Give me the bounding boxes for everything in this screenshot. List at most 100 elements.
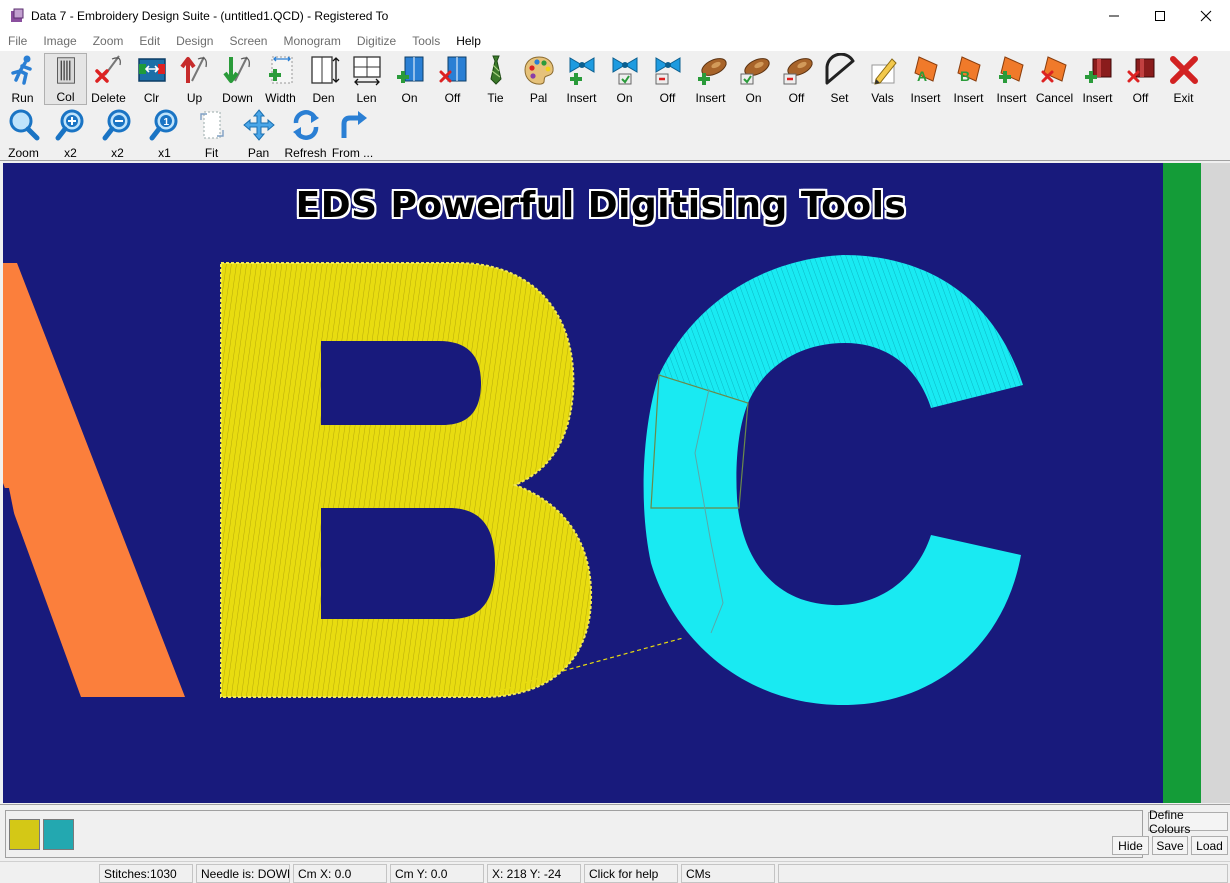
bobbin-on-label: On xyxy=(745,91,762,105)
load-button[interactable]: Load xyxy=(1191,836,1228,855)
maximize-button[interactable] xyxy=(1137,0,1183,31)
exit-button[interactable]: Exit xyxy=(1162,53,1205,105)
menu-file[interactable]: File xyxy=(0,34,35,48)
status-help[interactable]: Click for help xyxy=(584,864,678,883)
minimize-button[interactable] xyxy=(1091,0,1137,31)
bow-on-label: On xyxy=(616,91,633,105)
letter-c-shape xyxy=(643,255,1023,706)
split-off-label: Off xyxy=(444,91,461,105)
run-button[interactable]: Run xyxy=(1,53,44,105)
bow-on-button[interactable]: On xyxy=(603,53,646,105)
pal-label: Pal xyxy=(529,91,548,105)
letter-a-icon: A xyxy=(913,56,938,84)
zoom-out-label: x2 xyxy=(111,146,124,160)
pal-button[interactable]: Pal xyxy=(517,53,560,105)
letter-a-shape xyxy=(3,263,185,697)
menu-zoom[interactable]: Zoom xyxy=(85,34,132,48)
delete-button[interactable]: Delete xyxy=(87,53,130,105)
close-button[interactable] xyxy=(1183,0,1229,31)
menu-monogram[interactable]: Monogram xyxy=(275,34,348,48)
len-button[interactable]: Len xyxy=(345,53,388,105)
hide-button[interactable]: Hide xyxy=(1112,836,1149,855)
title-bar: Data 7 - Embroidery Design Suite - (unti… xyxy=(0,0,1230,31)
bobbin-off-button[interactable]: Off xyxy=(775,53,818,105)
from-arrow-icon xyxy=(341,111,367,138)
split-on-label: On xyxy=(401,91,418,105)
bow-off-label: Off xyxy=(659,91,676,105)
length-icon xyxy=(352,56,381,86)
bow-off-button[interactable]: Off xyxy=(646,53,689,105)
bobbin-off-icon xyxy=(783,58,813,85)
exit-label: Exit xyxy=(1173,91,1194,105)
pencil-icon xyxy=(871,58,897,85)
menu-design[interactable]: Design xyxy=(168,34,221,48)
canvas-banner-text: EDS Powerful Digitising Tools xyxy=(295,185,907,226)
zoom-one-label: x1 xyxy=(158,146,171,160)
menu-edit[interactable]: Edit xyxy=(131,34,168,48)
from-button[interactable]: From ... xyxy=(331,108,374,160)
letter-a-insert-button[interactable]: A Insert xyxy=(904,53,947,105)
vals-label: Vals xyxy=(871,91,894,105)
bobbin-on-button[interactable]: On xyxy=(732,53,775,105)
design-canvas[interactable]: EDS Powerful Digitising Tools xyxy=(3,163,1163,803)
menu-image[interactable]: Image xyxy=(35,34,84,48)
trim-off-button[interactable]: Off xyxy=(1119,53,1162,105)
den-button[interactable]: Den xyxy=(302,53,345,105)
needle-up-icon xyxy=(179,56,207,83)
col-button[interactable]: Col xyxy=(44,53,87,105)
bobbin-insert-label: Insert xyxy=(695,91,726,105)
col-label: Col xyxy=(56,90,75,104)
vals-button[interactable]: Vals xyxy=(861,53,904,105)
pan-button[interactable]: Pan xyxy=(237,108,280,160)
colour-swatch-2[interactable] xyxy=(43,819,74,850)
menu-screen[interactable]: Screen xyxy=(221,34,275,48)
split-on-button[interactable]: On xyxy=(388,53,431,105)
zoom-button[interactable]: Zoom xyxy=(2,108,45,160)
up-button[interactable]: Up xyxy=(173,53,216,105)
svg-text:B: B xyxy=(960,68,970,84)
delete-label: Delete xyxy=(91,91,126,105)
zoom-in-button[interactable]: x2 xyxy=(49,108,92,160)
letter-b-insert-button[interactable]: B Insert xyxy=(947,53,990,105)
colour-swatch-1[interactable] xyxy=(9,819,40,850)
fit-button[interactable]: Fit xyxy=(190,108,233,160)
bow-on-icon xyxy=(612,57,637,85)
menu-digitize[interactable]: Digitize xyxy=(349,34,404,48)
down-button[interactable]: Down xyxy=(216,53,259,105)
bow-off-icon xyxy=(655,57,680,85)
app-icon xyxy=(11,8,24,22)
menu-tools[interactable]: Tools xyxy=(404,34,448,48)
refresh-button[interactable]: Refresh xyxy=(284,108,327,160)
zoom-out-icon xyxy=(102,109,130,141)
status-cm-x: Cm X: 0.0 xyxy=(293,864,387,883)
letter-b-shape xyxy=(220,262,684,698)
zoom-out-button[interactable]: x2 xyxy=(96,108,139,160)
menu-help[interactable]: Help xyxy=(448,34,489,48)
trim-insert-button[interactable]: Insert xyxy=(1076,53,1119,105)
width-button[interactable]: Width xyxy=(259,53,302,105)
status-cm-y: Cm Y: 0.0 xyxy=(390,864,484,883)
tie-button[interactable]: Tie xyxy=(474,53,517,105)
clr-button[interactable]: Clr xyxy=(130,53,173,105)
save-button[interactable]: Save xyxy=(1152,836,1188,855)
bow-insert-button[interactable]: Insert xyxy=(560,53,603,105)
zoom-one-button[interactable]: 1 x1 xyxy=(143,108,186,160)
bobbin-insert-button[interactable]: Insert xyxy=(689,53,732,105)
bobbin-insert-icon xyxy=(697,58,727,85)
cut-insert-button[interactable]: Insert xyxy=(990,53,1033,105)
status-bar: Stitches:1030 Needle is: DOWN Cm X: 0.0 … xyxy=(0,861,1230,883)
main-toolbar: Run Col Delete Clr Up Down Width Den Len… xyxy=(0,51,1230,106)
set-button[interactable]: Set xyxy=(818,53,861,105)
split-on-icon xyxy=(396,56,423,83)
define-colours-button[interactable]: Define Colours xyxy=(1148,808,1228,836)
refresh-icon xyxy=(292,110,319,140)
tie-icon xyxy=(489,55,502,85)
run-label: Run xyxy=(11,91,34,105)
cut-cancel-button[interactable]: Cancel xyxy=(1033,53,1076,105)
trim-insert-icon xyxy=(1084,58,1111,83)
bow-insert-icon xyxy=(569,57,594,85)
from-label: From ... xyxy=(331,146,374,160)
svg-text:A: A xyxy=(917,68,927,84)
runner-icon xyxy=(10,55,32,85)
split-off-button[interactable]: Off xyxy=(431,53,474,105)
